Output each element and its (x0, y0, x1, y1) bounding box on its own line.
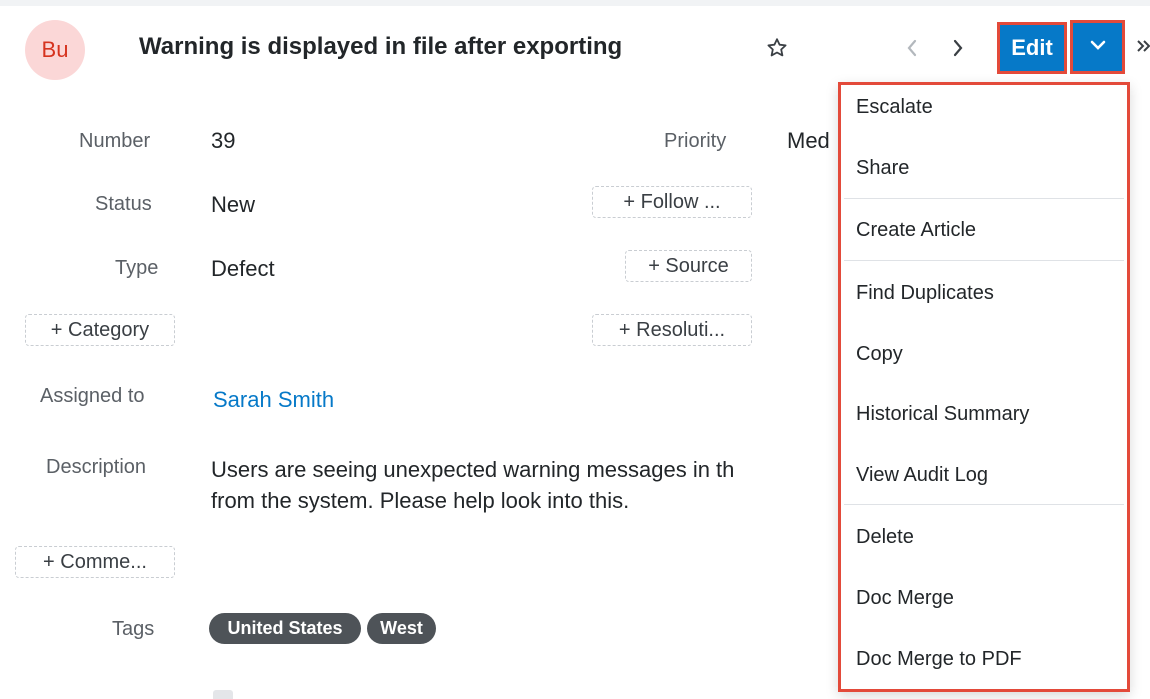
tags-label: Tags (112, 618, 155, 640)
menu-divider (844, 504, 1124, 505)
follow-up-pill[interactable]: + Follow ... (592, 186, 752, 218)
status-value[interactable]: New (211, 192, 255, 218)
source-pill[interactable]: + Source (625, 250, 752, 282)
menu-item-share[interactable]: Share (856, 157, 909, 180)
actions-dropdown-button[interactable] (1070, 20, 1125, 74)
description-label: Description (46, 456, 147, 478)
chevron-down-icon (1089, 38, 1107, 57)
menu-item-find-duplicates[interactable]: Find Duplicates (856, 282, 994, 305)
menu-divider (844, 198, 1124, 199)
description-line-1: Users are seeing unexpected warning mess… (211, 457, 735, 482)
menu-item-delete[interactable]: Delete (856, 526, 914, 549)
tag-pill[interactable]: West (367, 613, 436, 644)
status-label: Status (95, 193, 152, 215)
menu-item-doc-merge[interactable]: Doc Merge (856, 587, 954, 610)
chevron-right-icon[interactable] (951, 37, 965, 59)
module-avatar: Bu (25, 20, 85, 80)
priority-value[interactable]: Med (787, 128, 830, 154)
type-label: Type (115, 257, 159, 279)
priority-label: Priority (664, 130, 727, 152)
menu-divider (844, 260, 1124, 261)
menu-item-copy[interactable]: Copy (856, 343, 903, 366)
resolution-pill[interactable]: + Resoluti... (592, 314, 752, 346)
actions-menu: Escalate Share Create Article Find Dupli… (838, 82, 1130, 692)
menu-item-doc-merge-pdf[interactable]: Doc Merge to PDF (856, 648, 1022, 671)
menu-item-create-article[interactable]: Create Article (856, 219, 976, 242)
menu-item-view-audit-log[interactable]: View Audit Log (856, 464, 988, 487)
comment-pill[interactable]: + Comme... (15, 546, 175, 578)
double-chevron-right-icon[interactable] (1136, 34, 1150, 58)
number-label: Number (79, 130, 151, 152)
record-title: Warning is displayed in file after expor… (139, 33, 623, 60)
assigned-to-link[interactable]: Sarah Smith (213, 387, 334, 413)
top-border (0, 0, 1150, 6)
star-icon[interactable] (765, 36, 789, 60)
chevron-left-icon[interactable] (905, 37, 919, 59)
category-pill[interactable]: + Category (25, 314, 175, 346)
menu-item-historical-summary[interactable]: Historical Summary (856, 403, 1029, 426)
tag-pill[interactable]: United States (209, 613, 361, 644)
type-value[interactable]: Defect (211, 256, 275, 282)
description-line-2: from the system. Please help look into t… (211, 488, 630, 513)
description-value[interactable]: Users are seeing unexpected warning mess… (211, 454, 831, 518)
menu-item-escalate[interactable]: Escalate (856, 96, 933, 119)
checkbox[interactable] (213, 690, 233, 699)
number-value: 39 (211, 128, 236, 153)
assigned-to-label: Assigned to (40, 385, 145, 407)
edit-button[interactable]: Edit (997, 22, 1067, 74)
